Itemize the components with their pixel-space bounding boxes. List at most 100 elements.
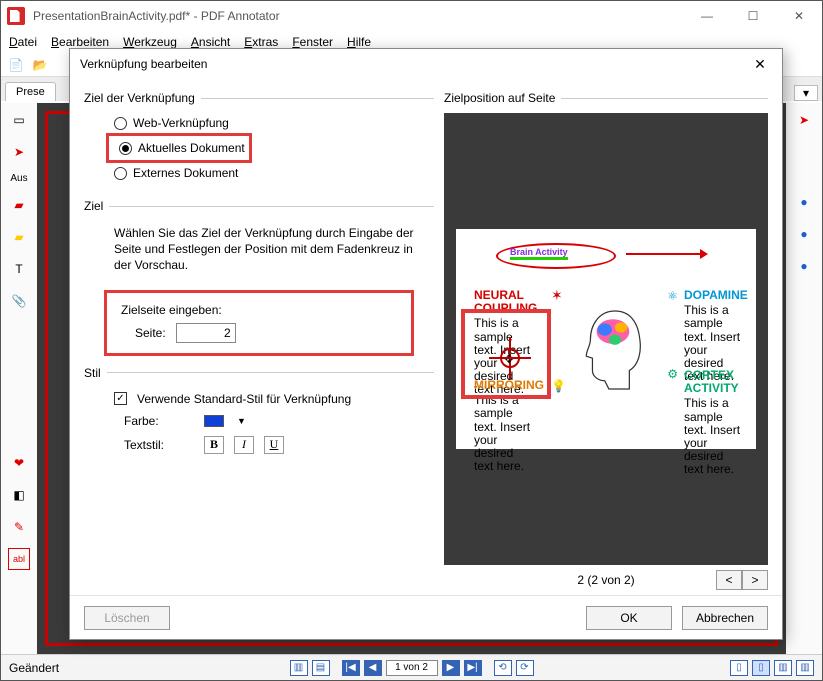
- color-dropdown-icon[interactable]: ▼: [237, 416, 246, 426]
- highlighter-icon[interactable]: ▰: [8, 226, 30, 248]
- page-label: Seite:: [135, 326, 166, 340]
- sb-layout1-icon[interactable]: ▥: [290, 660, 308, 676]
- dialog-footer: Löschen OK Abbrechen: [70, 595, 782, 639]
- italic-button[interactable]: I: [234, 436, 254, 454]
- underline-button[interactable]: U: [264, 436, 284, 454]
- help-text: Wählen Sie das Ziel der Verknüpfung durc…: [84, 221, 434, 284]
- dialog-close-button[interactable]: ✕: [748, 56, 772, 73]
- window-title: PresentationBrainActivity.pdf* - PDF Ann…: [33, 9, 684, 23]
- head-silhouette-icon: [584, 309, 646, 391]
- radio-external-label: Externes Dokument: [133, 166, 238, 180]
- edit-link-dialog: Verknüpfung bearbeiten ✕ Ziel der Verknü…: [69, 48, 783, 640]
- sb-last-page-button[interactable]: ▶|: [464, 660, 482, 676]
- section-target: Ziel: [84, 199, 103, 213]
- pager-text: 2 (2 von 2): [577, 573, 634, 587]
- menu-view[interactable]: Ansicht: [191, 35, 230, 49]
- cursor-icon[interactable]: ➤: [8, 141, 30, 163]
- bold-button[interactable]: B: [204, 436, 224, 454]
- delete-button[interactable]: Löschen: [84, 606, 170, 630]
- app-icon: [7, 7, 25, 25]
- pager-prev-button[interactable]: <: [716, 570, 742, 590]
- color-swatch[interactable]: [204, 415, 224, 427]
- text-icon[interactable]: T: [8, 258, 30, 280]
- use-default-row[interactable]: ✓ Verwende Standard-Stil für Verknüpfung: [84, 388, 434, 410]
- radio-web-indicator: [114, 117, 127, 130]
- crosshair-highlight: ✥: [461, 309, 551, 399]
- bulb-icon: 💡: [551, 379, 566, 393]
- status-changed: Geändert: [9, 661, 59, 675]
- preview-pane[interactable]: Brain Activity NEURAL COUPLING This is a…: [444, 113, 768, 565]
- cortex-heading: CORTEX ACTIVITY: [684, 369, 744, 395]
- radio-external[interactable]: Externes Dokument: [84, 163, 434, 183]
- pager-next-button[interactable]: >: [742, 570, 768, 590]
- dialog-title: Verknüpfung bearbeiten: [80, 57, 748, 71]
- radio-web[interactable]: Web-Verknüpfung: [84, 113, 434, 133]
- highlight-current-doc: Aktuelles Dokument: [106, 133, 252, 163]
- open-folder-icon[interactable]: 📂: [31, 56, 49, 74]
- sb-page-input[interactable]: [386, 660, 438, 676]
- menu-help[interactable]: Hilfe: [347, 35, 371, 49]
- minimize-button[interactable]: —: [684, 1, 730, 31]
- right-toolstrip: ➤ ● ● ●: [786, 103, 822, 654]
- dopamine-heading: DOPAMINE: [684, 289, 744, 302]
- edit-pencil-icon[interactable]: ✎: [8, 516, 30, 538]
- abl-icon[interactable]: abl: [8, 548, 30, 570]
- sb-view4-icon[interactable]: ▥: [796, 660, 814, 676]
- sb-first-page-button[interactable]: |◀: [342, 660, 360, 676]
- document-tab[interactable]: Prese: [5, 82, 56, 101]
- aus-label: Aus: [10, 173, 27, 184]
- new-doc-icon[interactable]: 📄: [7, 56, 25, 74]
- attachment-icon[interactable]: 📎: [8, 290, 30, 312]
- crosshair-icon[interactable]: ✥: [495, 343, 525, 373]
- menu-edit[interactable]: Bearbeiten: [51, 35, 109, 49]
- tab-dropdown[interactable]: ▾: [794, 85, 818, 101]
- node-top-icon[interactable]: ●: [793, 191, 815, 213]
- titlebar: PresentationBrainActivity.pdf* - PDF Ann…: [1, 1, 822, 31]
- sb-back-icon[interactable]: ⟲: [494, 660, 512, 676]
- section-target-type: Ziel der Verknüpfung: [84, 91, 195, 105]
- dialog-titlebar: Verknüpfung bearbeiten ✕: [70, 49, 782, 79]
- menu-tool[interactable]: Werkzeug: [123, 35, 177, 49]
- radio-current-label: Aktuelles Dokument: [138, 141, 245, 155]
- sb-view3-icon[interactable]: ▥: [774, 660, 792, 676]
- menu-file[interactable]: Datei: [9, 35, 37, 49]
- use-default-label: Verwende Standard-Stil für Verknüpfung: [137, 392, 351, 406]
- menu-window[interactable]: Fenster: [292, 35, 333, 49]
- splat-icon: ✶: [551, 287, 563, 304]
- sb-view2-icon[interactable]: ▯: [752, 660, 770, 676]
- color-label: Farbe:: [124, 414, 194, 428]
- radio-current[interactable]: Aktuelles Dokument: [113, 138, 245, 158]
- radio-external-indicator: [114, 167, 127, 180]
- move-cursor-icon: ✥: [504, 352, 514, 366]
- app-window: PresentationBrainActivity.pdf* - PDF Ann…: [0, 0, 823, 681]
- cursor-right-icon[interactable]: ➤: [793, 109, 815, 131]
- pen-icon[interactable]: ▰: [8, 194, 30, 216]
- slide-title: Brain Activity: [510, 247, 568, 260]
- sb-next-page-button[interactable]: ▶: [442, 660, 460, 676]
- use-default-check: ✓: [114, 392, 127, 405]
- page-input[interactable]: [176, 323, 236, 343]
- cancel-button[interactable]: Abbrechen: [682, 606, 768, 630]
- select-rect-icon[interactable]: ▭: [8, 109, 30, 131]
- sb-prev-page-button[interactable]: ◀: [364, 660, 382, 676]
- eraser-icon[interactable]: ◧: [8, 484, 30, 506]
- left-toolstrip: ▭ ➤ Aus ▰ ▰ T 📎 ❤ ◧ ✎ abl: [1, 103, 37, 654]
- sb-layout2-icon[interactable]: ▤: [312, 660, 330, 676]
- preview-slide: Brain Activity NEURAL COUPLING This is a…: [456, 229, 756, 449]
- maximize-button[interactable]: ☐: [730, 1, 776, 31]
- mirroring-text: This is a sample text. Insert your desir…: [474, 394, 534, 473]
- radio-web-label: Web-Verknüpfung: [133, 116, 229, 130]
- heart-icon[interactable]: ❤: [8, 452, 30, 474]
- gear-icon: ⚙: [667, 367, 678, 381]
- preview-label: Zielposition auf Seite: [444, 91, 555, 105]
- menu-extras[interactable]: Extras: [244, 35, 278, 49]
- node-bot-icon[interactable]: ●: [793, 255, 815, 277]
- node-mid-icon[interactable]: ●: [793, 223, 815, 245]
- pager: 2 (2 von 2) < >: [444, 565, 768, 595]
- close-button[interactable]: ✕: [776, 1, 822, 31]
- sb-forward-icon[interactable]: ⟳: [516, 660, 534, 676]
- textstyle-label: Textstil:: [124, 438, 194, 452]
- section-style: Stil: [84, 366, 101, 380]
- ok-button[interactable]: OK: [586, 606, 672, 630]
- sb-view1-icon[interactable]: ▯: [730, 660, 748, 676]
